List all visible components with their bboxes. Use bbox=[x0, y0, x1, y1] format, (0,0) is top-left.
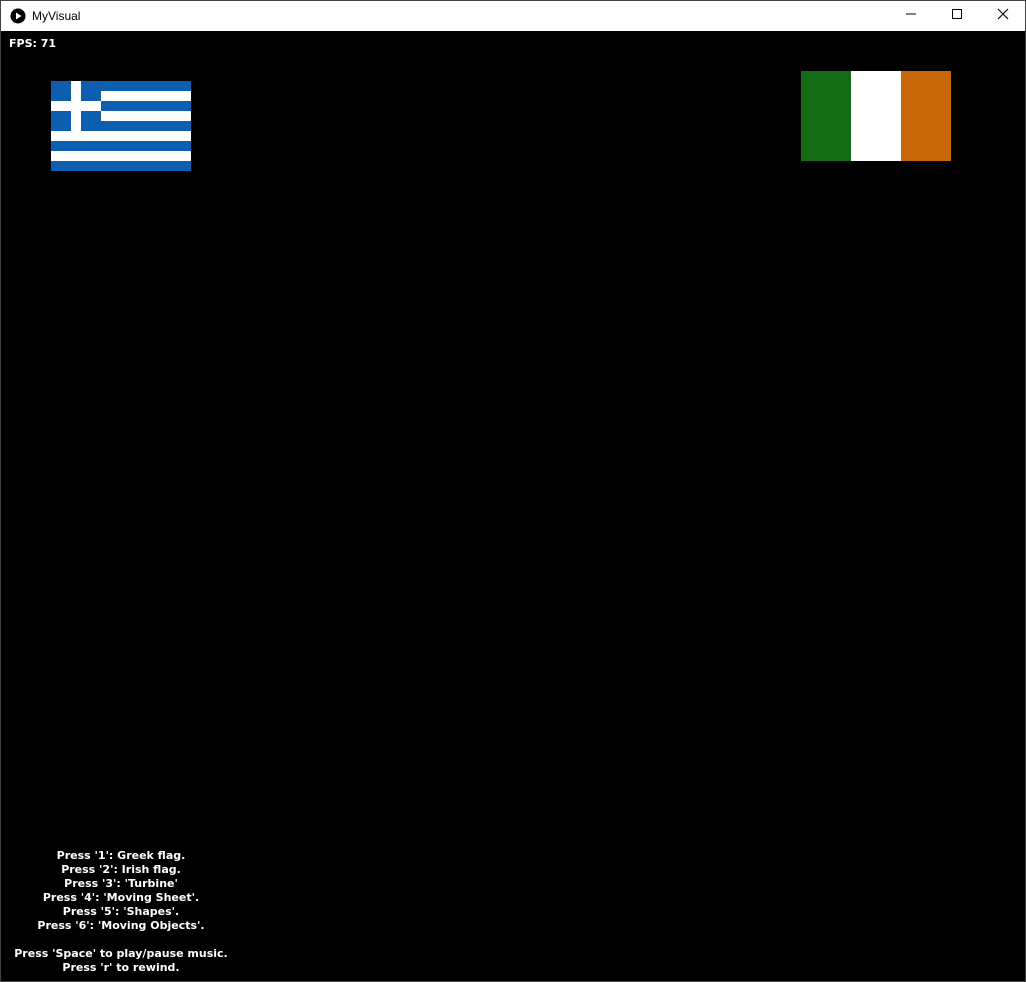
instruction-line: Press '3': 'Turbine' bbox=[64, 877, 178, 890]
instruction-line: Press '5': 'Shapes'. bbox=[62, 905, 180, 918]
close-button[interactable] bbox=[980, 1, 1026, 31]
greek-flag-stripe bbox=[51, 131, 191, 141]
app-window: MyVisual FPS: 71 Press '1': Greek flag. … bbox=[0, 0, 1026, 982]
music-instruction-line: Press 'Space' to play/pause music. bbox=[14, 947, 228, 960]
instruction-line: Press '6': 'Moving Objects'. bbox=[37, 919, 205, 932]
fps-counter: FPS: 71 bbox=[9, 37, 57, 50]
title-bar[interactable]: MyVisual bbox=[1, 1, 1025, 31]
play-circle-icon bbox=[10, 8, 26, 24]
greek-flag-stripe bbox=[51, 151, 191, 161]
music-instruction-line: Press 'r' to rewind. bbox=[62, 961, 180, 974]
irish-flag bbox=[801, 71, 951, 161]
sketch-canvas[interactable]: FPS: 71 Press '1': Greek flag. Press '2'… bbox=[1, 31, 1025, 981]
irish-flag-orange-band bbox=[901, 71, 951, 161]
instruction-line: Press '1': Greek flag. bbox=[56, 849, 186, 862]
minimize-icon bbox=[905, 7, 917, 25]
instruction-line: Press '4': 'Moving Sheet'. bbox=[42, 891, 200, 904]
minimize-button[interactable] bbox=[888, 1, 934, 31]
instruction-spacer bbox=[1, 933, 241, 947]
keyboard-instructions: Press '1': Greek flag. Press '2': Irish … bbox=[1, 849, 241, 975]
instruction-line: Press '2': Irish flag. bbox=[61, 863, 181, 876]
window-title: MyVisual bbox=[32, 9, 81, 23]
maximize-button[interactable] bbox=[934, 1, 980, 31]
irish-flag-green-band bbox=[801, 71, 851, 161]
maximize-icon bbox=[951, 7, 963, 25]
greek-flag-cross-horizontal bbox=[51, 101, 101, 111]
greek-flag bbox=[51, 81, 191, 171]
close-icon bbox=[997, 7, 1009, 25]
irish-flag-white-band bbox=[851, 71, 901, 161]
